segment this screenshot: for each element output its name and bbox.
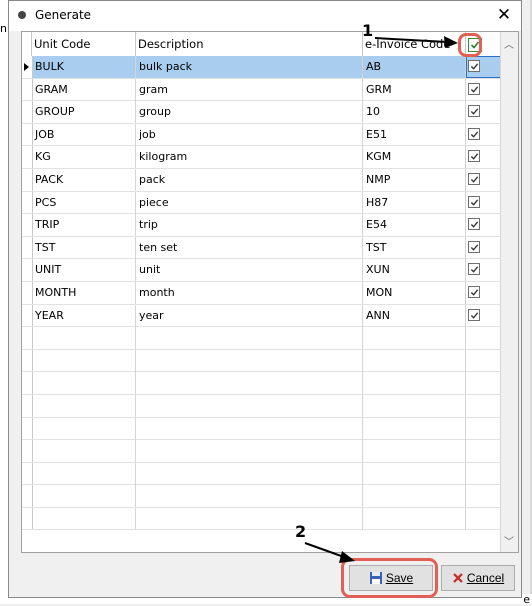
annotation-arrow-1 [374,37,448,43]
annotation-arrow-2 [304,542,345,558]
annotation-arrowhead-1 [444,36,458,48]
annotation-arrowhead-2 [339,551,355,563]
annotation-arrows [304,36,458,563]
